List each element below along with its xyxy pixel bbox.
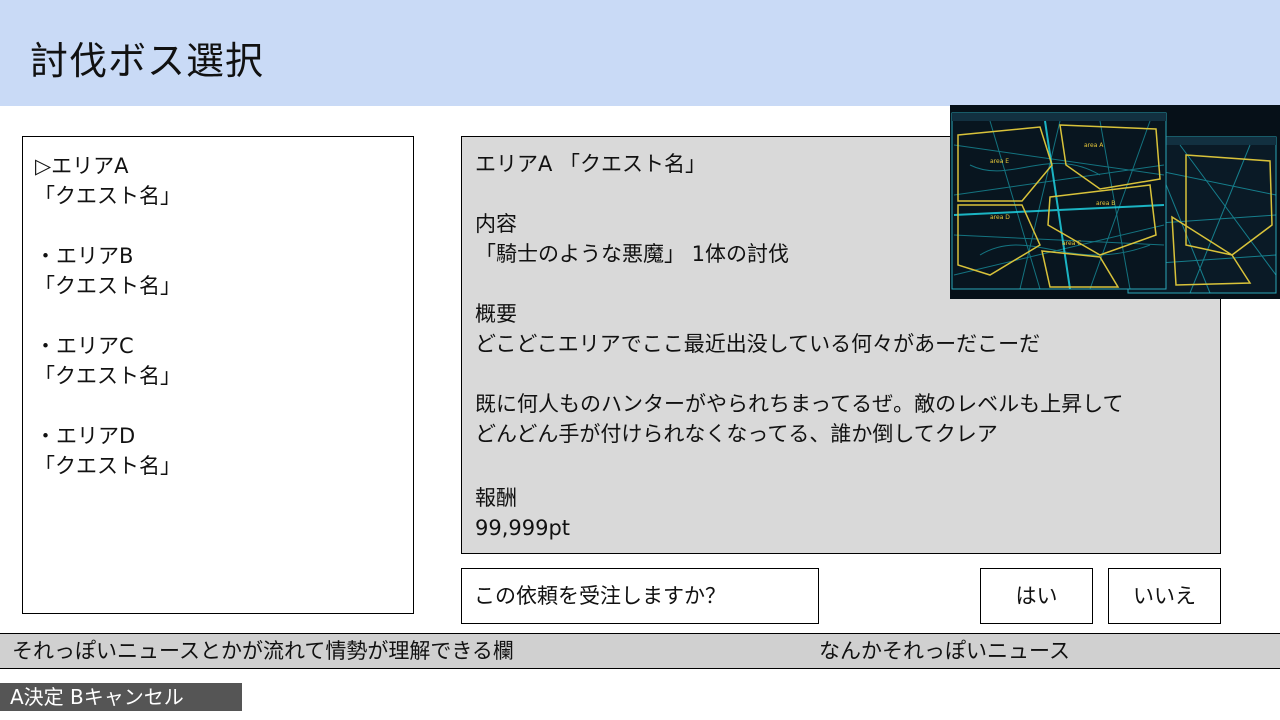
quest-area-label: エリアB xyxy=(56,244,134,268)
area-map-image: area E area A area D area B area C xyxy=(950,105,1280,299)
summary-text-3: どんどん手が付けられなくなってる、誰か倒してクレア xyxy=(475,422,998,446)
selection-marker: ▷ xyxy=(35,154,52,178)
summary-text-1: どこどこエリアでここ最近出没している何々があーだこーだ xyxy=(475,332,1041,356)
list-bullet: ・ xyxy=(35,334,56,358)
quest-name: 「クエスト名」 xyxy=(34,184,181,208)
summary-label: 概要 xyxy=(475,302,517,326)
quest-area-label: エリアA xyxy=(51,154,129,178)
quest-area-label: エリアC xyxy=(56,334,134,358)
map-label-area-a: area A xyxy=(1084,142,1104,149)
controls-hint: A決定 Bキャンセル xyxy=(0,683,242,711)
quest-name: 「クエスト名」 xyxy=(34,364,181,388)
news-text: なんかそれっぽいニュース xyxy=(819,639,1070,663)
confirm-prompt: この依頼を受注しますか？ xyxy=(461,568,819,624)
reward-label: 報酬 xyxy=(475,486,517,510)
list-bullet: ・ xyxy=(35,424,56,448)
map-label-area-c: area C xyxy=(1062,240,1081,247)
quest-item-area-c[interactable]: ・エリアC 「クエスト名」 xyxy=(34,331,413,391)
quest-item-area-a[interactable]: ▷エリアA 「クエスト名」 xyxy=(34,151,413,211)
map-label-area-e: area E xyxy=(990,158,1009,165)
quest-area-label: エリアD xyxy=(56,424,136,448)
news-text: それっぽいニュースとかが流れて情勢が理解できる欄 xyxy=(12,639,514,663)
map-label-area-b: area B xyxy=(1096,200,1115,207)
header-bar: 討伐ボス選択 xyxy=(0,0,1280,106)
quest-name: 「クエスト名」 xyxy=(34,454,181,478)
page-title: 討伐ボス選択 xyxy=(30,39,265,83)
list-bullet: ・ xyxy=(35,244,56,268)
quest-item-area-d[interactable]: ・エリアD 「クエスト名」 xyxy=(34,421,413,481)
quest-list: ▷エリアA 「クエスト名」 ・エリアB 「クエスト名」 ・エリアC 「クエスト名… xyxy=(22,136,414,614)
yes-button[interactable]: はい xyxy=(980,568,1093,624)
summary-text-2: 既に何人ものハンターがやられちまってるぜ。敵のレベルも上昇して xyxy=(475,392,1124,416)
map-label-area-d: area D xyxy=(990,214,1010,221)
no-button[interactable]: いいえ xyxy=(1108,568,1221,624)
quest-item-area-b[interactable]: ・エリアB 「クエスト名」 xyxy=(34,241,413,301)
quest-name: 「クエスト名」 xyxy=(34,274,181,298)
reward-value: 99,999pt xyxy=(475,516,571,540)
map-illustration: area E area A area D area B area C xyxy=(950,105,1280,299)
news-ticker: それっぽいニュースとかが流れて情勢が理解できる欄 なんかそれっぽいニュース xyxy=(0,633,1280,669)
